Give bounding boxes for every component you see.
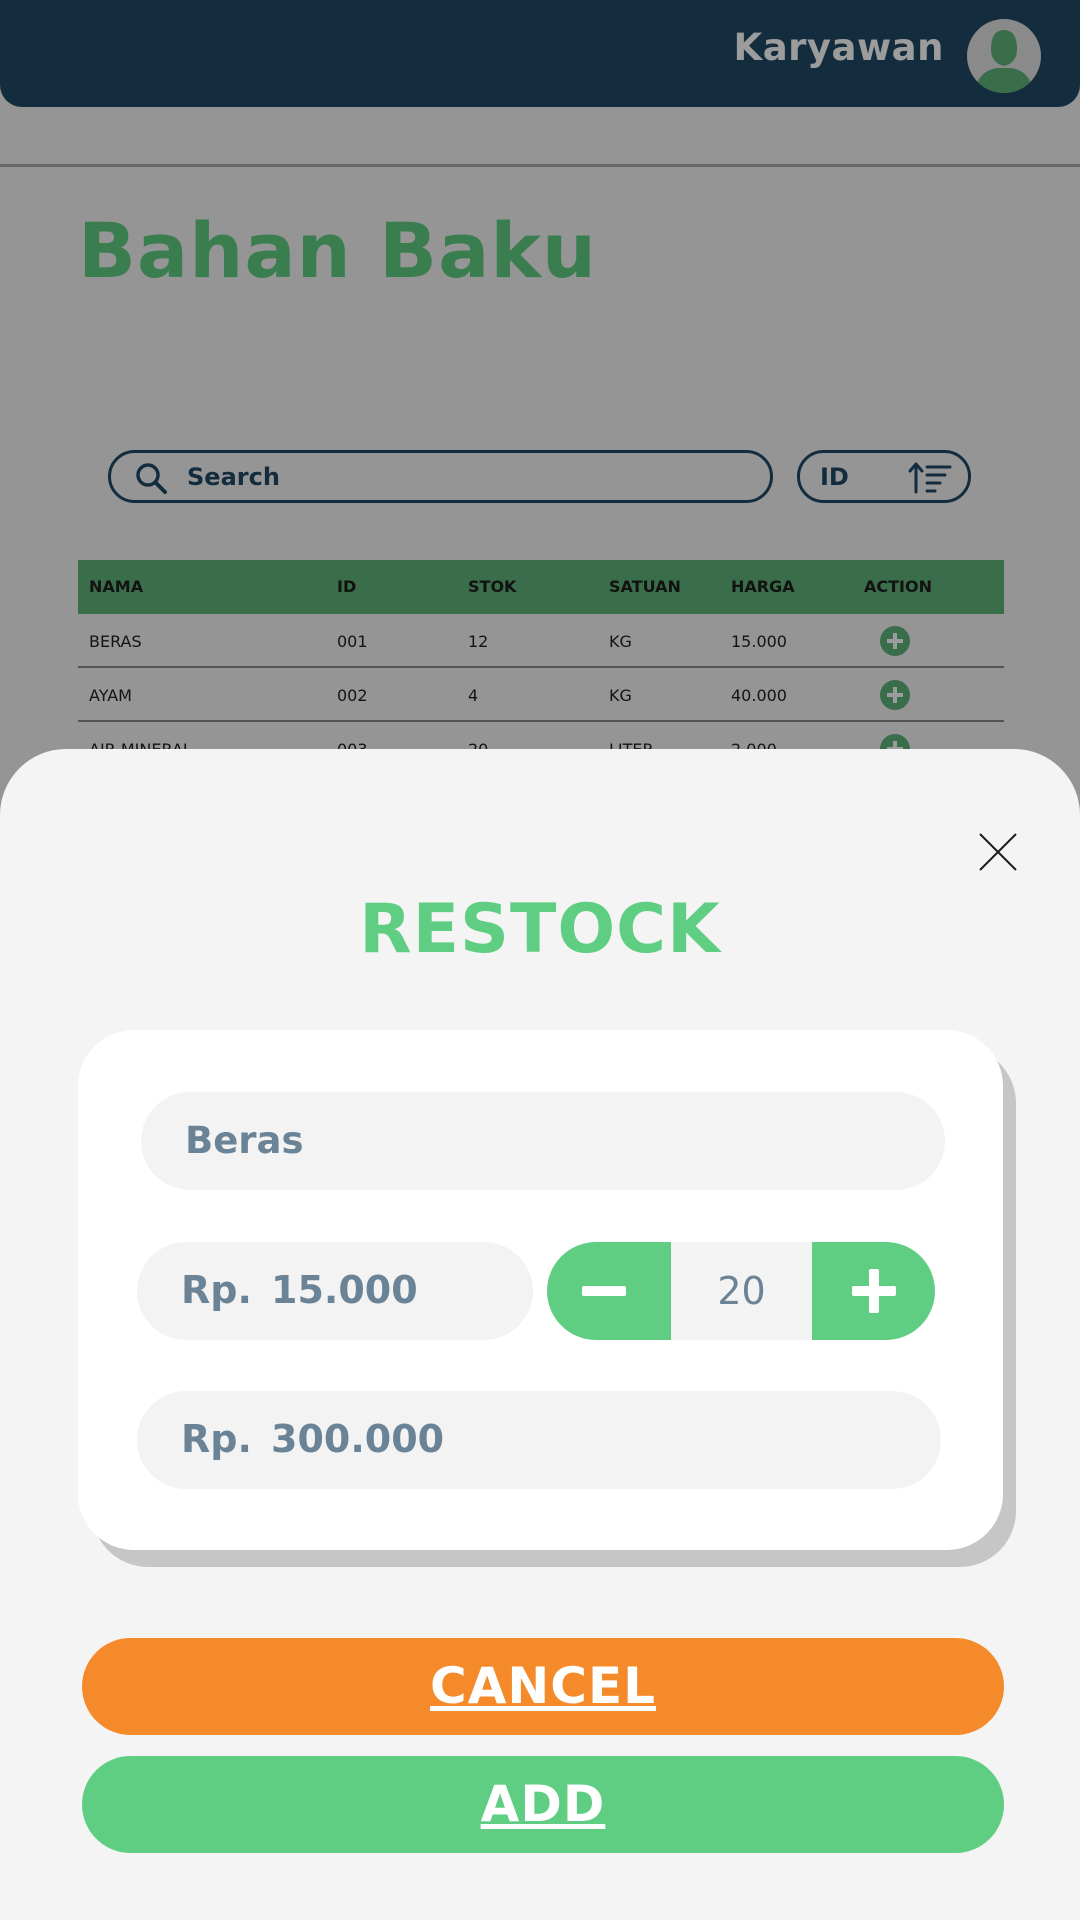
quantity-stepper: 20 bbox=[547, 1242, 935, 1340]
currency-label: Rp. bbox=[181, 1268, 252, 1312]
close-icon[interactable] bbox=[976, 830, 1020, 874]
modal-title: RESTOCK bbox=[359, 890, 721, 969]
unit-price-value: 15.000 bbox=[271, 1268, 418, 1312]
currency-label: Rp. bbox=[181, 1417, 252, 1461]
total-price-field[interactable]: Rp. 300.000 bbox=[137, 1391, 941, 1489]
item-name-value: Beras bbox=[185, 1119, 304, 1162]
quantity-value[interactable]: 20 bbox=[671, 1242, 812, 1340]
item-name-field[interactable]: Beras bbox=[141, 1092, 945, 1190]
minus-icon[interactable] bbox=[547, 1242, 671, 1340]
add-button[interactable]: ADD bbox=[82, 1756, 1004, 1853]
cancel-button[interactable]: CANCEL bbox=[82, 1638, 1004, 1735]
total-price-value: 300.000 bbox=[271, 1417, 445, 1461]
unit-price-field[interactable]: Rp. 15.000 bbox=[137, 1242, 533, 1340]
plus-icon[interactable] bbox=[812, 1242, 935, 1340]
